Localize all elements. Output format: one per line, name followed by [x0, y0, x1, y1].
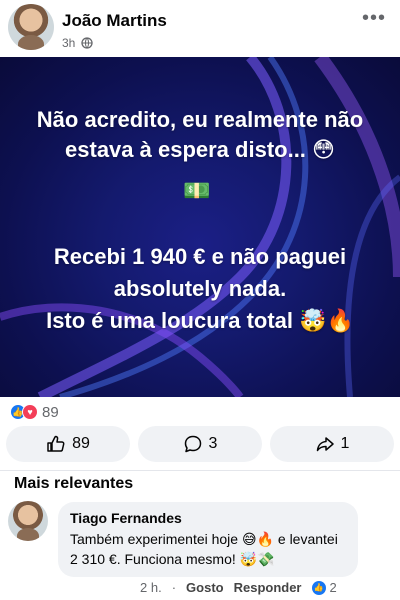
- globe-icon: [81, 37, 94, 49]
- comment-reaction-count: 2: [329, 580, 337, 595]
- like-count: 89: [72, 435, 90, 452]
- post-time[interactable]: 3h: [62, 36, 75, 50]
- comment-button[interactable]: 3: [138, 426, 262, 462]
- image-text-line-2: estava à espera disto... 😳: [65, 137, 335, 162]
- post-image[interactable]: Não acredito, eu realmente não estava à …: [0, 57, 400, 397]
- author-name[interactable]: João Martins: [62, 11, 167, 31]
- image-text-line-5: Isto é uma loucura total 🤯🔥: [46, 308, 354, 333]
- comment-like-button[interactable]: Gosto: [186, 580, 224, 595]
- reaction-summary[interactable]: 👍 ♥ 89: [10, 402, 59, 422]
- comment-reply-button[interactable]: Responder: [234, 580, 302, 595]
- author-avatar[interactable]: [8, 4, 54, 50]
- love-reaction-icon: ♥: [22, 404, 38, 420]
- separator-dot: ·: [171, 580, 177, 595]
- comment-count: 3: [208, 435, 218, 452]
- thumbs-up-icon: [47, 435, 65, 452]
- comment-reaction-summary[interactable]: 👍 2: [311, 580, 337, 595]
- comment-text: Também experimentei hoje 😅🔥 e levantei 2…: [70, 531, 338, 567]
- share-button[interactable]: 1: [270, 426, 394, 462]
- image-text-line-4: absolutely nada.: [113, 276, 287, 301]
- like-reaction-icon: 👍: [311, 580, 326, 595]
- reaction-count: 89: [42, 403, 59, 421]
- comment-bubble: Tiago Fernandes Também experimentei hoje…: [58, 502, 358, 577]
- image-text-line-1: Não acredito, eu realmente não: [36, 107, 364, 132]
- post-header: João Martins 3h •••: [0, 0, 400, 56]
- image-text-line-3: Recebi 1 940 € e não paguei: [53, 244, 347, 269]
- more-horizontal-icon[interactable]: •••: [362, 8, 386, 28]
- share-icon: [316, 437, 334, 452]
- share-count: 1: [340, 435, 350, 452]
- divider: [0, 470, 400, 471]
- like-button[interactable]: 89: [6, 426, 130, 462]
- commenter-name[interactable]: Tiago Fernandes: [70, 510, 346, 526]
- comments-sort-label[interactable]: Mais relevantes: [14, 475, 133, 493]
- comment-actions: 2 h. · Gosto Responder 👍 2: [140, 580, 337, 595]
- commenter-avatar[interactable]: [8, 501, 48, 541]
- comment-icon: [184, 435, 201, 453]
- comment-time[interactable]: 2 h.: [140, 580, 162, 595]
- money-icon: 💵: [183, 178, 211, 203]
- post-meta: 3h: [62, 36, 94, 50]
